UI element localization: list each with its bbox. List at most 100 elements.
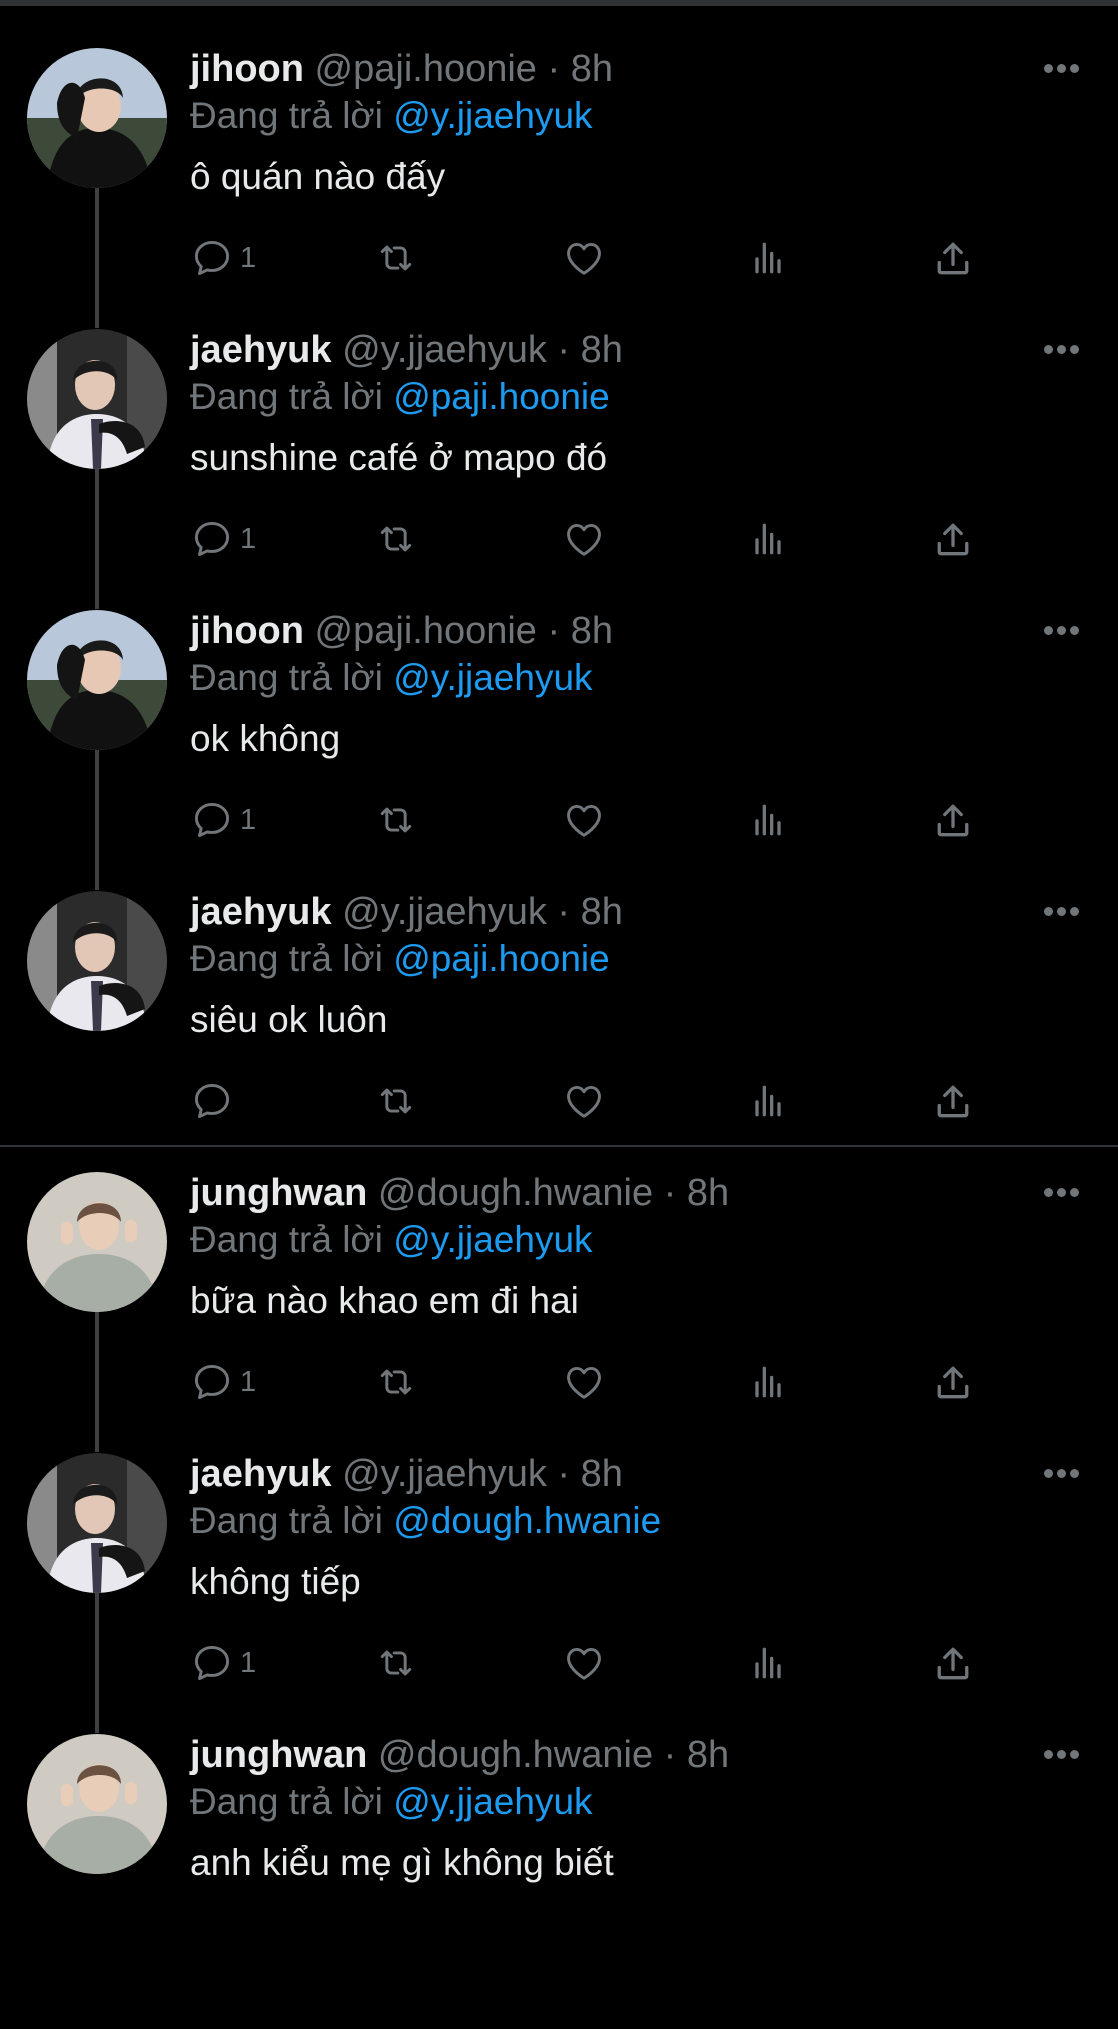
avatar[interactable] xyxy=(27,48,167,188)
reply-count: 1 xyxy=(240,803,257,836)
share-button[interactable] xyxy=(931,1358,975,1406)
reply-context: Đang trả lời @dough.hwanie xyxy=(190,1500,661,1542)
timestamp[interactable]: · 8h xyxy=(557,1453,622,1495)
reply-count: 1 xyxy=(240,1646,257,1679)
timestamp[interactable]: · 8h xyxy=(548,610,613,652)
display-name[interactable]: junghwan xyxy=(190,1734,367,1776)
tweet-header: jaehyuk @y.jjaehyuk · 8h xyxy=(190,1453,623,1496)
tweet[interactable]: jaehyuk @y.jjaehyuk · 8h Đang trả lời @p… xyxy=(0,891,1118,1186)
reply-icon xyxy=(190,1641,234,1685)
display-name[interactable]: jaehyuk xyxy=(190,1453,332,1495)
like-button[interactable] xyxy=(562,234,606,282)
reply-button[interactable]: 1 xyxy=(190,234,256,282)
retweet-icon xyxy=(374,1360,418,1404)
more-icon[interactable] xyxy=(1044,64,1080,74)
share-button[interactable] xyxy=(931,1639,975,1687)
avatar[interactable] xyxy=(27,891,167,1031)
handle[interactable]: @paji.hoonie xyxy=(315,48,537,90)
views-icon xyxy=(746,236,790,280)
more-icon[interactable] xyxy=(1044,907,1080,917)
handle[interactable]: @paji.hoonie xyxy=(315,610,537,652)
handle[interactable]: @dough.hwanie xyxy=(378,1734,653,1776)
views-icon xyxy=(746,517,790,561)
share-button[interactable] xyxy=(931,1077,975,1125)
views-button[interactable] xyxy=(746,796,790,844)
like-button[interactable] xyxy=(562,515,606,563)
display-name[interactable]: jaehyuk xyxy=(190,891,332,933)
views-button[interactable] xyxy=(746,515,790,563)
avatar[interactable] xyxy=(27,1453,167,1593)
views-button[interactable] xyxy=(746,234,790,282)
reply-button[interactable] xyxy=(190,1077,240,1125)
top-divider xyxy=(0,0,1118,6)
tweet[interactable]: junghwan @dough.hwanie · 8h Đang trả lời… xyxy=(0,1734,1118,2029)
share-button[interactable] xyxy=(931,796,975,844)
retweet-button[interactable] xyxy=(374,515,418,563)
handle[interactable]: @y.jjaehyuk xyxy=(342,1453,547,1495)
mention-link[interactable]: @y.jjaehyuk xyxy=(393,1219,592,1260)
reply-button[interactable]: 1 xyxy=(190,515,256,563)
mention-link[interactable]: @paji.hoonie xyxy=(393,938,610,979)
retweet-icon xyxy=(374,1641,418,1685)
views-button[interactable] xyxy=(746,1639,790,1687)
timestamp[interactable]: · 8h xyxy=(548,48,613,90)
mention-link[interactable]: @paji.hoonie xyxy=(393,376,610,417)
retweet-button[interactable] xyxy=(374,1358,418,1406)
mention-link[interactable]: @dough.hwanie xyxy=(393,1500,661,1541)
tweet-header: junghwan @dough.hwanie · 8h xyxy=(190,1172,729,1215)
handle[interactable]: @dough.hwanie xyxy=(378,1172,653,1214)
like-button[interactable] xyxy=(562,1358,606,1406)
retweet-icon xyxy=(374,517,418,561)
timestamp[interactable]: · 8h xyxy=(557,329,622,371)
like-button[interactable] xyxy=(562,1639,606,1687)
share-button[interactable] xyxy=(931,234,975,282)
more-icon[interactable] xyxy=(1044,1469,1080,1479)
more-icon[interactable] xyxy=(1044,626,1080,636)
share-button[interactable] xyxy=(931,515,975,563)
retweet-button[interactable] xyxy=(374,1077,418,1125)
heart-icon xyxy=(562,798,606,842)
more-icon[interactable] xyxy=(1044,345,1080,355)
reply-button[interactable]: 1 xyxy=(190,1639,256,1687)
tweet-text: anh kiểu mẹ gì không biết xyxy=(190,1842,614,1883)
reply-icon xyxy=(190,1360,234,1404)
like-button[interactable] xyxy=(562,1077,606,1125)
like-button[interactable] xyxy=(562,796,606,844)
more-icon[interactable] xyxy=(1044,1750,1080,1760)
display-name[interactable]: jaehyuk xyxy=(190,329,332,371)
tweet[interactable]: junghwan @dough.hwanie · 8h Đang trả lời… xyxy=(0,1172,1118,1467)
more-icon[interactable] xyxy=(1044,1188,1080,1198)
mention-link[interactable]: @y.jjaehyuk xyxy=(393,1781,592,1822)
display-name[interactable]: junghwan xyxy=(190,1172,367,1214)
tweet[interactable]: jaehyuk @y.jjaehyuk · 8h Đang trả lời @p… xyxy=(0,329,1118,624)
views-button[interactable] xyxy=(746,1077,790,1125)
tweet-header: jihoon @paji.hoonie · 8h xyxy=(190,48,613,91)
retweet-button[interactable] xyxy=(374,234,418,282)
timestamp[interactable]: · 8h xyxy=(664,1734,729,1776)
mention-link[interactable]: @y.jjaehyuk xyxy=(393,95,592,136)
retweet-button[interactable] xyxy=(374,1639,418,1687)
avatar[interactable] xyxy=(27,1734,167,1874)
reply-context: Đang trả lời @paji.hoonie xyxy=(190,376,610,418)
mention-link[interactable]: @y.jjaehyuk xyxy=(393,657,592,698)
tweet-text: không tiếp xyxy=(190,1561,361,1602)
tweet[interactable]: jihoon @paji.hoonie · 8h Đang trả lời @y… xyxy=(0,48,1118,343)
handle[interactable]: @y.jjaehyuk xyxy=(342,891,547,933)
display-name[interactable]: jihoon xyxy=(190,48,304,90)
action-bar: 1 xyxy=(190,515,990,563)
reply-button[interactable]: 1 xyxy=(190,796,256,844)
retweet-icon xyxy=(374,798,418,842)
reply-icon xyxy=(190,517,234,561)
display-name[interactable]: jihoon xyxy=(190,610,304,652)
tweet[interactable]: jihoon @paji.hoonie · 8h Đang trả lời @y… xyxy=(0,610,1118,905)
avatar[interactable] xyxy=(27,329,167,469)
tweet[interactable]: jaehyuk @y.jjaehyuk · 8h Đang trả lời @d… xyxy=(0,1453,1118,1748)
timestamp[interactable]: · 8h xyxy=(557,891,622,933)
handle[interactable]: @y.jjaehyuk xyxy=(342,329,547,371)
retweet-button[interactable] xyxy=(374,796,418,844)
timestamp[interactable]: · 8h xyxy=(664,1172,729,1214)
avatar[interactable] xyxy=(27,1172,167,1312)
avatar[interactable] xyxy=(27,610,167,750)
views-button[interactable] xyxy=(746,1358,790,1406)
reply-button[interactable]: 1 xyxy=(190,1358,256,1406)
